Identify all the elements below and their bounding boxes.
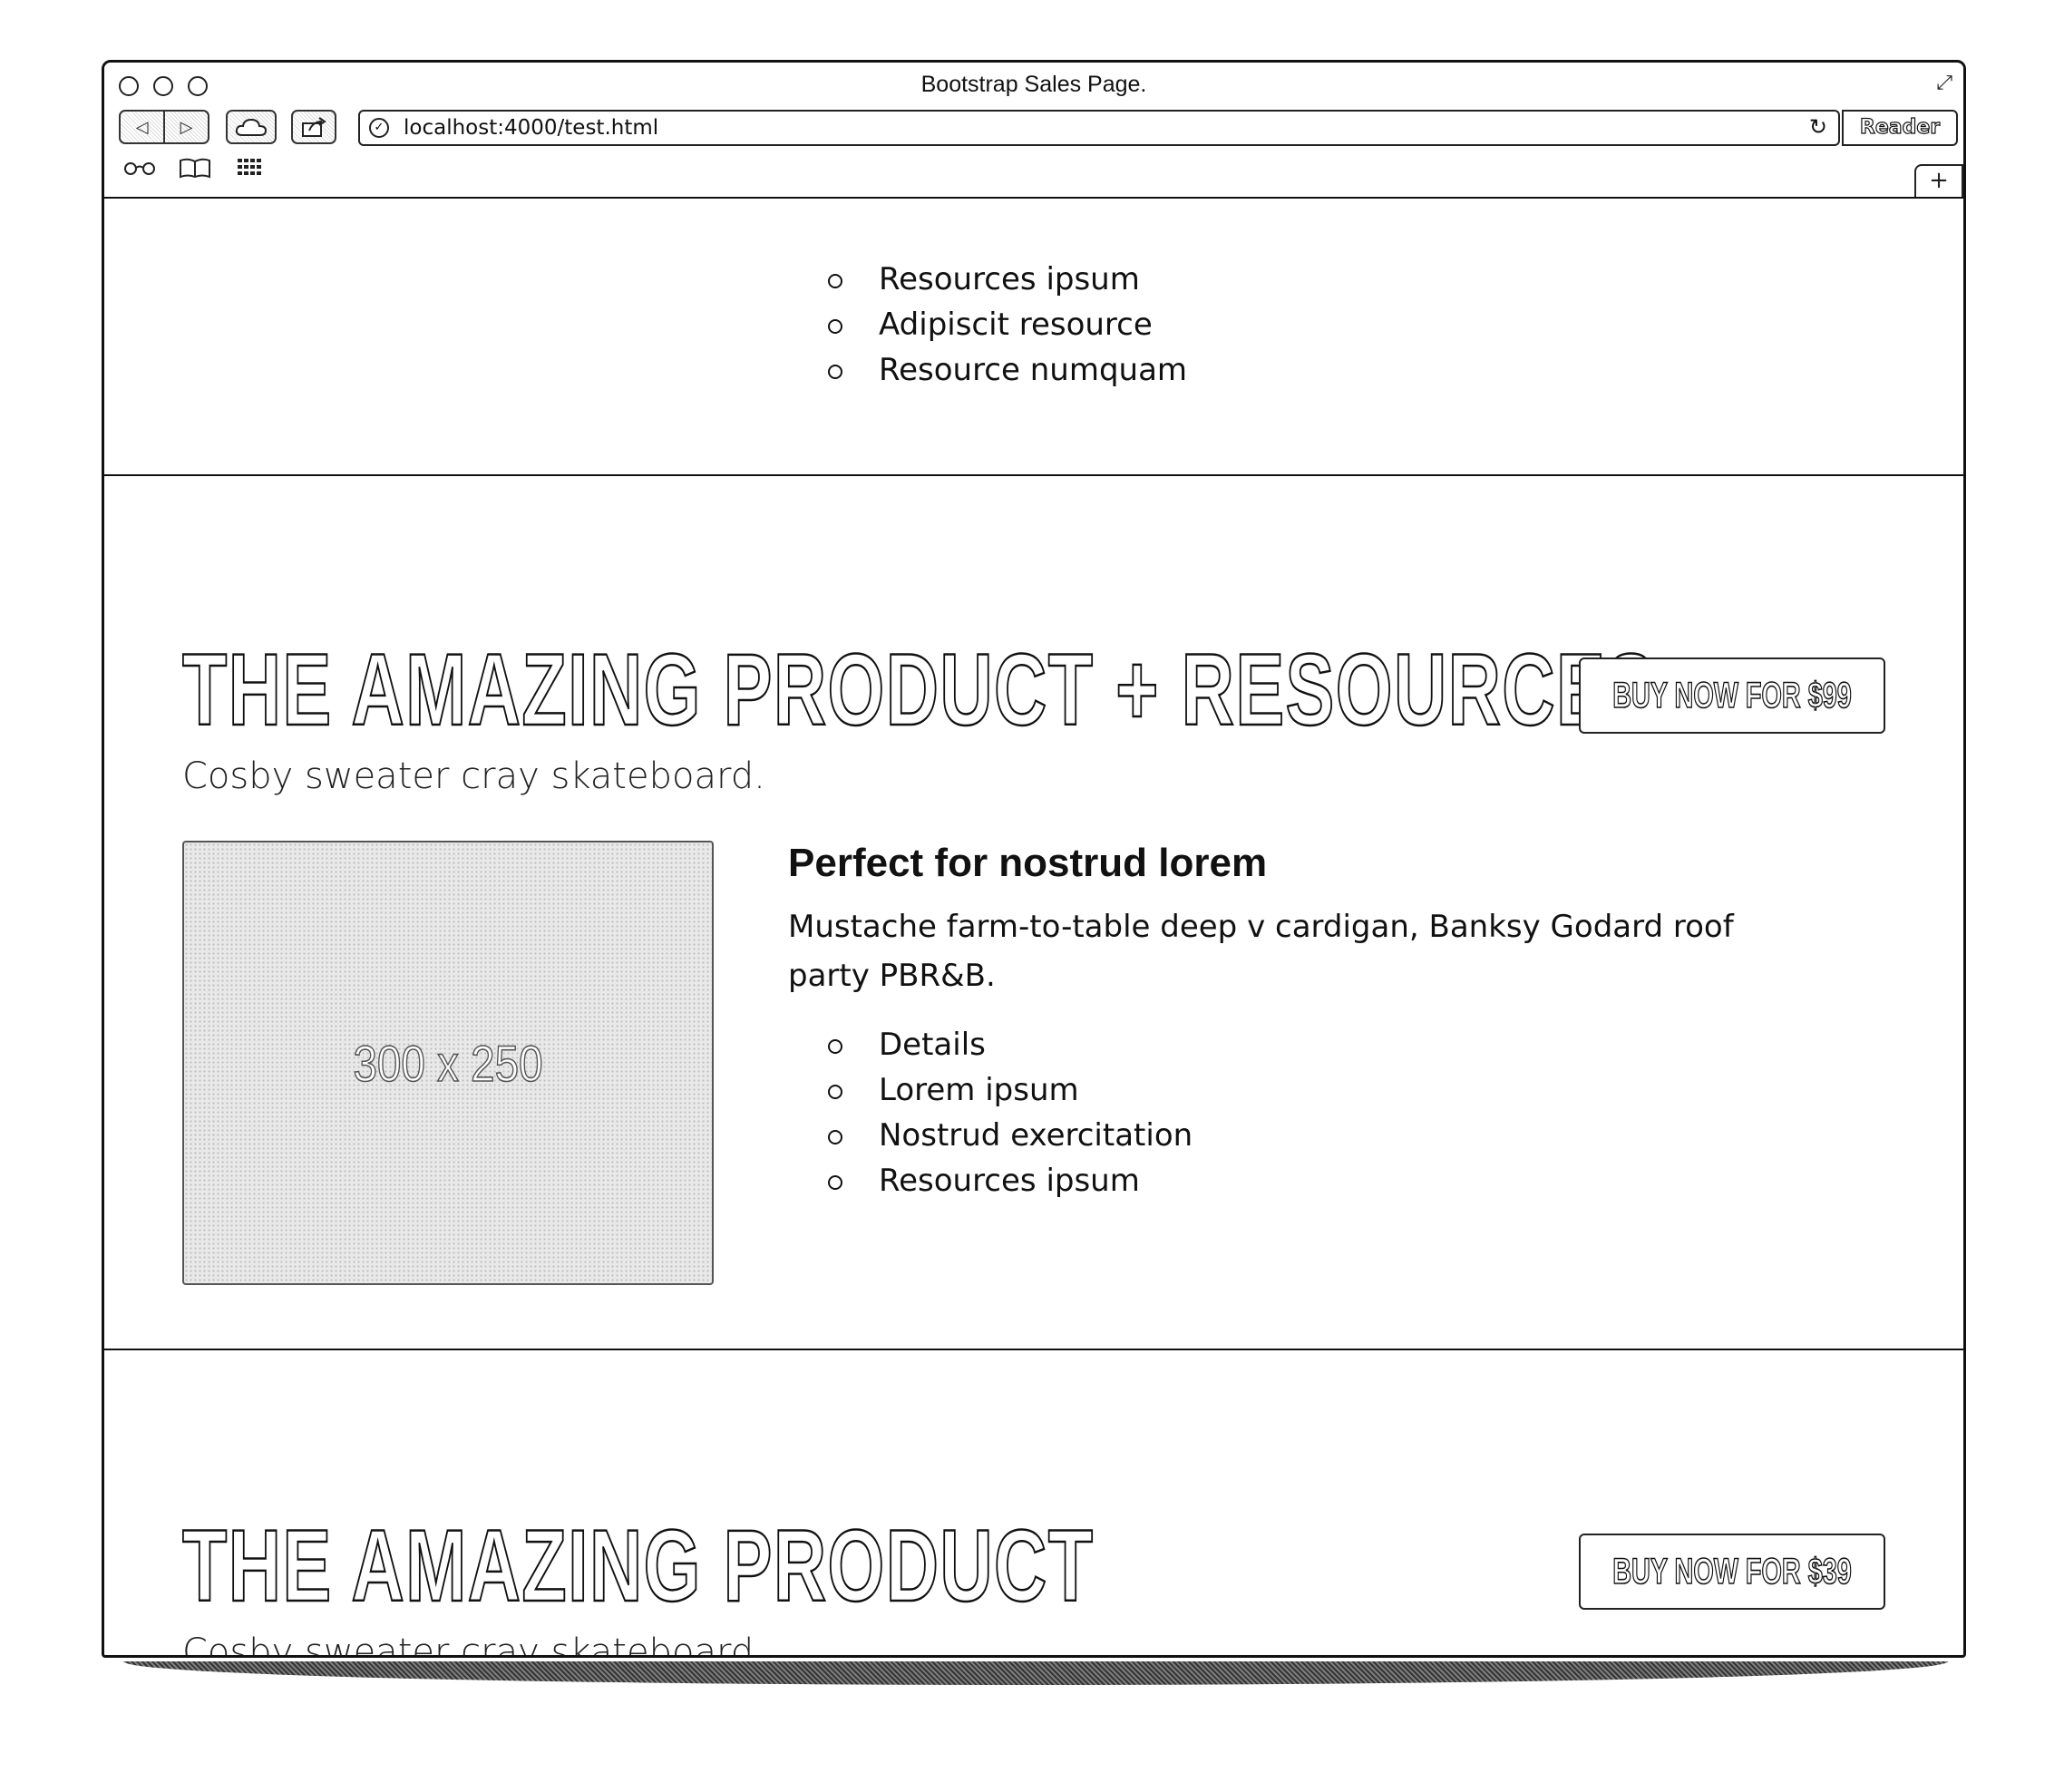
product-title: THE AMAZING PRODUCT — [181, 1509, 1095, 1622]
resources-list-top: Resources ipsum Adipiscit resource Resou… — [828, 257, 1187, 393]
section-divider — [104, 1349, 1963, 1350]
back-button[interactable]: ◁ — [121, 112, 163, 142]
feature-list: Details Lorem ipsum Nostrud exercitation… — [828, 1022, 1193, 1203]
browser-window: Bootstrap Sales Page. ⤢ ◁ ▷ ✓ localhost:… — [102, 60, 1966, 1658]
list-item: Nostrud exercitation — [828, 1113, 1193, 1158]
section-divider — [104, 474, 1963, 476]
top-sites-grid-icon[interactable] — [237, 157, 266, 182]
placeholder-size-label: 300 x 250 — [353, 1034, 543, 1093]
back-arrow-icon: ◁ — [135, 117, 149, 137]
buy-now-99-label: BUY NOW FOR $99 — [1612, 675, 1853, 716]
screen: Bootstrap Sales Page. ⤢ ◁ ▷ ✓ localhost:… — [0, 0, 2064, 1792]
forward-arrow-icon: ▷ — [180, 117, 193, 137]
share-icon — [302, 117, 326, 137]
buy-now-39-label: BUY NOW FOR $39 — [1612, 1551, 1853, 1592]
new-tab-button[interactable]: + — [1914, 164, 1963, 197]
back-forward-buttons: ◁ ▷ — [119, 110, 209, 144]
window-shadow — [123, 1661, 1948, 1685]
product-subtitle: Cosby sweater cray skateboard. — [182, 1631, 765, 1655]
cloud-icon — [235, 118, 268, 136]
browser-toolbar: Bootstrap Sales Page. ⤢ ◁ ▷ ✓ localhost:… — [104, 63, 1963, 199]
page-content: Resources ipsum Adipiscit resource Resou… — [104, 197, 1963, 1655]
feature-description: Mustache farm-to-table deep v cardigan, … — [788, 909, 1734, 994]
url-text: localhost:4000/test.html — [404, 116, 659, 140]
forward-button[interactable]: ▷ — [163, 112, 208, 142]
fullscreen-icon[interactable]: ⤢ — [1936, 72, 1952, 94]
list-item: Resource numquam — [828, 347, 1187, 393]
icloud-tabs-button[interactable] — [226, 110, 277, 144]
share-button[interactable] — [291, 110, 336, 144]
site-icon: ✓ — [369, 118, 389, 138]
buy-now-39-button[interactable]: BUY NOW FOR $39 — [1579, 1534, 1885, 1610]
bookmarks-icon[interactable] — [179, 157, 211, 184]
list-item: Adipiscit resource — [828, 302, 1187, 347]
product-resources-title: THE AMAZING PRODUCT + RESOURCES — [181, 633, 1657, 746]
reader-button[interactable]: Reader — [1842, 110, 1958, 146]
product-image-placeholder: 300 x 250 — [182, 841, 714, 1285]
window-title: Bootstrap Sales Page. — [920, 72, 1147, 97]
list-item: Lorem ipsum — [828, 1067, 1193, 1113]
reload-icon[interactable]: ↻ — [1809, 114, 1827, 140]
list-item: Resources ipsum — [828, 1158, 1193, 1203]
address-bar[interactable]: ✓ localhost:4000/test.html ↻ — [358, 110, 1840, 146]
feature-heading: Perfect for nostrud lorem — [788, 841, 1268, 885]
product-resources-subtitle: Cosby sweater cray skateboard. — [182, 755, 765, 797]
buy-now-99-button[interactable]: BUY NOW FOR $99 — [1579, 657, 1885, 734]
reading-list-icon[interactable] — [122, 157, 159, 182]
list-item: Details — [828, 1022, 1193, 1067]
list-item: Resources ipsum — [828, 257, 1187, 302]
